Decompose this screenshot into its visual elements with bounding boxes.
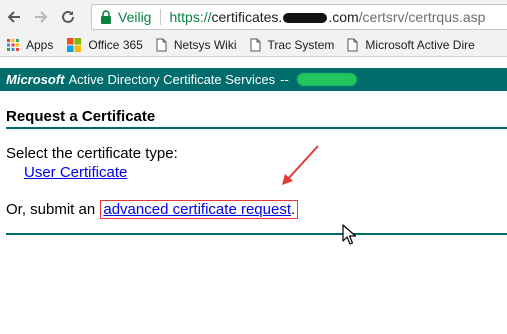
page-banner: Microsoft Active Directory Certificate S… — [0, 68, 507, 91]
advanced-request-line: Or, submit an advanced certificate reque… — [6, 200, 299, 219]
lock-icon — [100, 10, 112, 24]
page-icon — [156, 38, 167, 52]
office-logo-icon — [67, 38, 82, 52]
select-prompt: Select the certificate type: — [6, 145, 178, 162]
period: . — [291, 201, 296, 218]
bookmark-microsoft-active-directory[interactable]: Microsoft Active Dire — [347, 38, 475, 52]
apps-grid-icon — [7, 39, 19, 51]
page-icon — [250, 38, 261, 52]
mouse-cursor-icon — [342, 224, 357, 245]
bookmark-label: Office 365 — [88, 38, 143, 52]
reload-icon — [62, 10, 74, 23]
or-text: Or, submit an — [6, 201, 96, 218]
bookmark-office-365[interactable]: Office 365 — [67, 38, 143, 52]
banner-brand: Microsoft — [6, 72, 65, 87]
advanced-certificate-request-link[interactable]: advanced certificate request — [103, 201, 291, 218]
redaction-mark — [296, 73, 357, 86]
forward-arrow-icon — [35, 11, 48, 23]
url-text: https://certificates. .com/certsrv/certrq… — [169, 9, 485, 25]
reload-button[interactable] — [57, 6, 79, 28]
url-scheme: https:// — [169, 9, 212, 25]
back-arrow-icon — [7, 11, 20, 23]
bookmark-netsys-wiki[interactable]: Netsys Wiki — [156, 38, 237, 52]
banner-title: Active Directory Certificate Services — [68, 72, 276, 87]
redaction-mark — [283, 13, 328, 24]
back-button[interactable] — [3, 6, 25, 28]
secure-label: Veilig — [118, 9, 152, 25]
page-icon — [347, 38, 358, 52]
bookmark-label: Microsoft Active Dire — [365, 38, 475, 52]
browser-toolbar: Veilig https://certificates. .com/certsrv… — [0, 0, 507, 34]
url-host-end: .com — [328, 9, 359, 25]
divider — [6, 233, 507, 235]
page-title: Request a Certificate — [6, 108, 156, 125]
forward-button[interactable] — [30, 6, 52, 28]
bookmarks-bar: Apps Office 365 Netsys Wiki Trac System … — [0, 34, 507, 57]
bookmark-apps[interactable]: Apps — [7, 38, 53, 52]
banner-dash: -- — [280, 72, 289, 87]
address-bar[interactable]: Veilig https://certificates. .com/certsrv… — [91, 4, 507, 30]
bookmark-label: Netsys Wiki — [173, 38, 237, 52]
bookmark-label: Apps — [26, 38, 54, 52]
url-divider — [160, 9, 162, 25]
url-path: /certsrv/certrqus.asp — [358, 9, 486, 25]
divider — [6, 127, 507, 129]
bookmark-trac-system[interactable]: Trac System — [250, 38, 335, 52]
highlight-box: advanced certificate request. — [100, 200, 299, 219]
user-certificate-link[interactable]: User Certificate — [24, 164, 127, 181]
bookmark-label: Trac System — [267, 38, 335, 52]
annotation-arrow-icon — [282, 145, 319, 185]
url-host-start: certificates. — [211, 9, 283, 25]
